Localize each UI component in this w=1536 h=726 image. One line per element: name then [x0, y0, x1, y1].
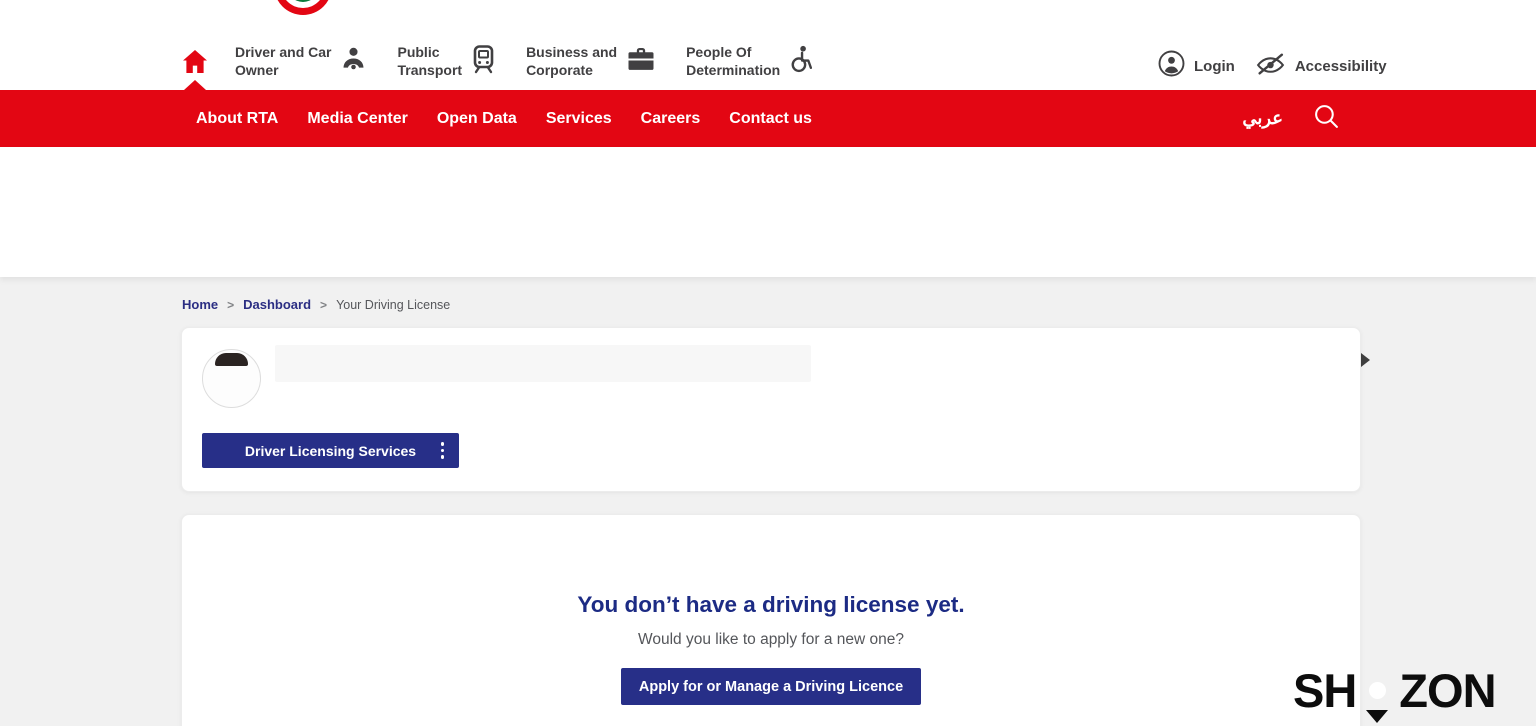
breadcrumb-home[interactable]: Home [182, 297, 218, 312]
avatar-photo-redacted [215, 353, 248, 366]
language-toggle-arabic[interactable]: عربي [1242, 108, 1283, 129]
navbar-right: عربي [1242, 103, 1340, 135]
avatar [202, 349, 261, 408]
tab-label: Driver and Car [235, 44, 332, 60]
license-status-subheading: Would you like to apply for a new one? [638, 631, 904, 648]
nav-media-center[interactable]: Media Center [307, 110, 407, 128]
watermark-pin-icon [1357, 670, 1398, 723]
login-button[interactable]: Login [1158, 50, 1235, 82]
briefcase-icon [626, 47, 656, 77]
eye-slash-icon [1255, 51, 1286, 81]
tab-driver-and-car-owner[interactable]: Driver and Car Owner [235, 44, 367, 80]
login-label: Login [1194, 57, 1235, 75]
user-circle-icon [1158, 50, 1185, 82]
rta-dashboard-page: Driver and Car Owner Public Transport Bu… [0, 0, 1536, 726]
breadcrumb-separator: > [227, 297, 235, 312]
search-icon[interactable] [1313, 103, 1340, 135]
rta-logo-core [287, 0, 319, 2]
tab-label: People Of [686, 44, 752, 60]
home-icon [182, 50, 208, 78]
shozon-watermark: SH ZON [1293, 664, 1497, 723]
nav-services[interactable]: Services [546, 110, 612, 128]
kebab-menu-icon [440, 442, 444, 459]
rta-logo[interactable] [274, 0, 332, 15]
accessibility-label: Accessibility [1294, 57, 1387, 75]
active-tab-pointer [184, 80, 206, 90]
driver-licensing-services-button[interactable]: Driver Licensing Services [202, 433, 459, 468]
main-navbar: About RTA Media Center Open Data Service… [0, 90, 1536, 147]
license-status-card: You don’t have a driving license yet. Wo… [181, 514, 1361, 726]
tab-label: Determination [686, 61, 781, 78]
tab-public-transport[interactable]: Public Transport [397, 44, 496, 80]
tab-business-and-corporate[interactable]: Business and Corporate [526, 44, 656, 80]
watermark-text-right: ZON [1399, 664, 1496, 717]
chevron-right-icon[interactable] [1361, 353, 1370, 367]
name-placeholder-bar [275, 345, 811, 382]
tab-label: Public [397, 44, 440, 60]
tab-label: Transport [397, 61, 463, 78]
breadcrumb: Home > Dashboard > Your Driving License [182, 297, 450, 312]
services-carousel: Vehicles Permits [0, 147, 1536, 390]
license-status-heading: You don’t have a driving license yet. [577, 592, 965, 617]
profile-card: Driver Licensing Services [181, 327, 1361, 492]
driver-licensing-services-label: Driver Licensing Services [244, 442, 417, 459]
header-tabs: Driver and Car Owner Public Transport Bu… [235, 44, 813, 80]
tab-people-of-determination[interactable]: People Of Determination [686, 44, 813, 80]
watermark-text-left: SH [1293, 664, 1357, 717]
nav-about-rta[interactable]: About RTA [196, 110, 278, 128]
breadcrumb-separator: > [320, 297, 328, 312]
tab-label: Corporate [526, 61, 593, 78]
tab-label: Business and [526, 44, 618, 60]
metro-train-icon [471, 45, 496, 79]
apply-driving-licence-button[interactable]: Apply for or Manage a Driving Licence [620, 668, 922, 705]
rta-logo-ring [281, 0, 325, 8]
navbar-links: About RTA Media Center Open Data Service… [196, 110, 812, 128]
nav-contact-us[interactable]: Contact us [729, 110, 812, 128]
header-utilities: Login Accessibility [1158, 50, 1387, 82]
breadcrumb-current: Your Driving License [336, 297, 451, 312]
breadcrumb-dashboard[interactable]: Dashboard [243, 297, 311, 312]
driver-steering-icon [340, 46, 367, 78]
home-tab[interactable] [182, 49, 210, 77]
site-header: Driver and Car Owner Public Transport Bu… [0, 0, 1536, 90]
accessibility-button[interactable]: Accessibility [1255, 51, 1387, 81]
nav-careers[interactable]: Careers [641, 110, 701, 128]
wheelchair-icon [789, 45, 813, 79]
nav-open-data[interactable]: Open Data [437, 110, 517, 128]
tab-label: Owner [235, 61, 279, 78]
